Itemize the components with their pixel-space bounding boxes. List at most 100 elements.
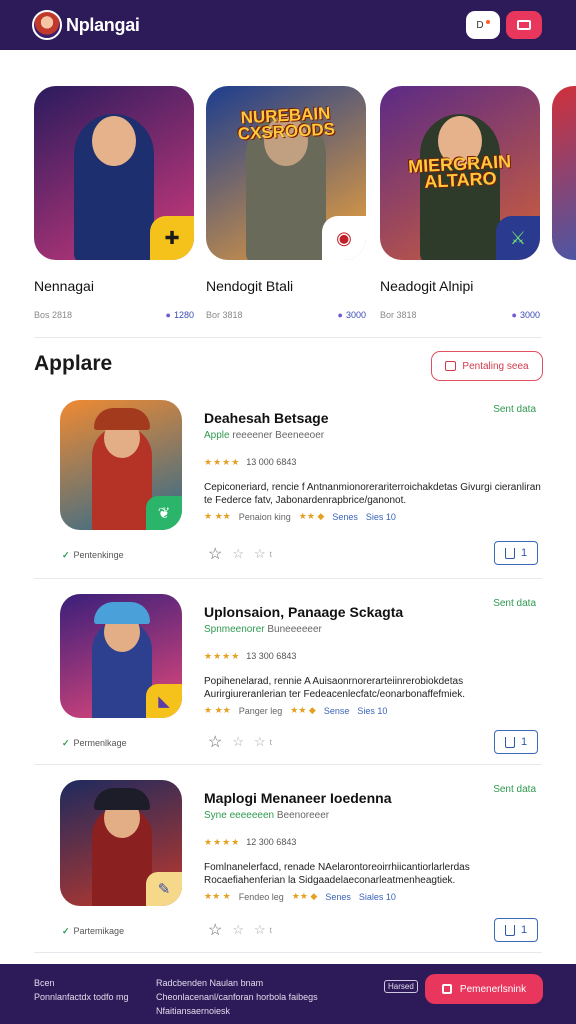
list-item-description: Cepiconeriard, rencie f Antnanmionorerar…: [204, 482, 541, 506]
avatar-logo-icon[interactable]: [32, 10, 62, 40]
divider: [34, 952, 542, 953]
stat-label: Panger leg: [238, 705, 283, 716]
list-item-stats: ★ ★★ Panger leg ★★ ◆ Sense Sies 10: [204, 705, 542, 716]
footer-link[interactable]: Nfaitiansaernoiesk: [156, 1004, 318, 1018]
stars-icon: ★★ ★: [204, 891, 231, 901]
app-title: Nplangai: [66, 14, 140, 35]
section-title: Applare: [34, 352, 113, 375]
hero-head: [92, 116, 136, 166]
tag-label[interactable]: Partemikage: [62, 926, 125, 937]
list-item-stats: ★★ ★ Fendeo leg ★★ ◆ Senes Siales 10: [204, 891, 542, 902]
notification-dot-icon: [485, 20, 490, 24]
developer-name: Beenoreeer: [276, 810, 330, 821]
share-button[interactable]: 1: [494, 541, 538, 565]
card-banner: NUREBAIN CXSROODS: [237, 103, 336, 144]
card-points: 3000: [338, 310, 366, 320]
puzzle-icon[interactable]: ✚: [150, 216, 194, 260]
target-icon[interactable]: ◉: [322, 216, 366, 260]
footer: Bcen Ponnlanfactdx todfo mg Radcbenden N…: [0, 964, 576, 1024]
card-meta-left: Bos 2818: [34, 310, 73, 320]
share-button[interactable]: 1: [494, 918, 538, 942]
favorite-star-icon[interactable]: ☆: [208, 544, 222, 564]
video-icon: [517, 20, 531, 30]
action-row: ☆ ☆ ☆ t: [208, 920, 272, 940]
featured-card[interactable]: ✚ Nennagai Bos 2818 1280: [34, 86, 194, 320]
favorite-star-icon[interactable]: ☆: [208, 732, 222, 752]
rating: ★★★★ 13 300 6843: [204, 651, 296, 662]
featured-card-peek[interactable]: [552, 86, 576, 260]
share-icon: [504, 736, 515, 748]
views-label: Senes: [325, 891, 351, 902]
footer-col-2: Radcbenden Naulan bnam Cheonlacenanl/can…: [156, 976, 318, 1018]
rate-star-icon[interactable]: ☆: [232, 734, 244, 750]
card-art[interactable]: ✚: [34, 86, 194, 260]
featured-card[interactable]: MIERGRAIN ALTARO ⚔ Neadogit Alnipi Bor 3…: [380, 86, 540, 320]
stat-label: Fendeo leg: [238, 891, 284, 902]
notification-button[interactable]: D: [466, 11, 500, 39]
views-label: Senes: [332, 511, 358, 522]
footer-cta-button[interactable]: Pemenerlsnink: [425, 974, 543, 1004]
developer-name: Buneeeeeer: [267, 624, 322, 635]
list-item[interactable]: ❦ Deahesah Betsage Sent data Apple reeee…: [34, 400, 542, 586]
list-item-art[interactable]: ✎: [60, 780, 182, 906]
list-item-title[interactable]: Uplonsaion, Panaage Sckagta: [204, 604, 403, 620]
tag-label[interactable]: Pentenkinge: [62, 550, 124, 561]
status-badge: Sent data: [493, 784, 536, 795]
video-button[interactable]: [506, 11, 542, 39]
card-meta-left: Bor 3818: [206, 310, 243, 320]
list-item-subtitle: Syne eeeeeeen Beenoreeer: [204, 810, 329, 821]
leaf-icon: ❦: [146, 496, 182, 530]
rate-star-icon[interactable]: ☆: [232, 546, 244, 562]
footer-link[interactable]: Cheonlacenanl/canforan horbola faibegs: [156, 990, 318, 1004]
featured-card[interactable]: NUREBAIN CXSROODS ◉ Nendogit Btali Bor 3…: [206, 86, 366, 320]
list-item[interactable]: ◣ Uplonsaion, Panaage Sckagta Sent data …: [34, 594, 542, 780]
favorite-star-icon[interactable]: ☆: [208, 920, 222, 940]
list-item-title[interactable]: Deahesah Betsage: [204, 410, 329, 426]
card-art[interactable]: NUREBAIN CXSROODS ◉: [206, 86, 366, 260]
developer-prefix: Syne eeeeeeen: [204, 810, 275, 821]
tag-label[interactable]: Permenlkage: [62, 738, 127, 749]
rating-suffix: t: [269, 549, 272, 559]
stars-icon: ★★ ◆: [291, 891, 318, 901]
action-row: ☆ ☆ ☆ t: [208, 732, 272, 752]
card-points: 1280: [166, 310, 194, 320]
footer-hint[interactable]: Harsed: [384, 980, 418, 993]
top-bar: Nplangai D: [0, 0, 576, 50]
share-icon: [504, 547, 515, 559]
card-meta-left: Bor 3818: [380, 310, 417, 320]
rate-star-icon[interactable]: ☆: [254, 734, 266, 750]
list-item-art[interactable]: ❦: [60, 400, 182, 530]
divider: [34, 337, 542, 338]
share-icon: [504, 924, 515, 936]
rate-star-icon[interactable]: ☆: [254, 922, 266, 938]
views-count: Sies 10: [357, 705, 388, 716]
rating-stars-icon: ★★★★: [204, 457, 241, 467]
rate-star-icon[interactable]: ☆: [232, 922, 244, 938]
section-button[interactable]: Pentaling seea: [431, 351, 543, 381]
rate-star-icon[interactable]: ☆: [254, 546, 266, 562]
list-item[interactable]: ✎ Maplogi Menaneer Ioedenna Sent data Sy…: [34, 780, 542, 966]
list-item-art[interactable]: ◣: [60, 594, 182, 718]
list-item-subtitle: Spnmeenorer Buneeeeeer: [204, 624, 322, 635]
footer-link[interactable]: Ponnlanfactdx todfo mg: [34, 990, 129, 1004]
rating: ★★★★ 13 000 6843: [204, 457, 296, 468]
card-art[interactable]: [552, 86, 576, 260]
stars-icon: ★ ★★: [204, 705, 231, 715]
action-row: ☆ ☆ ☆ t: [208, 544, 272, 564]
footer-link[interactable]: Bcen: [34, 976, 129, 990]
feather-icon: ✎: [146, 872, 182, 906]
rating-suffix: t: [269, 737, 272, 747]
card-art[interactable]: MIERGRAIN ALTARO ⚔: [380, 86, 540, 260]
list-item-stats: ★ ★★ Penaion king ★★ ◆ Senes Sies 10: [204, 511, 542, 522]
stat-label: Penaion king: [238, 511, 291, 522]
featured-carousel[interactable]: ✚ Nennagai Bos 2818 1280 NUREBAIN CXSROO…: [34, 86, 576, 326]
developer-prefix: Apple: [204, 430, 230, 441]
rating: ★★★★ 12 300 6843: [204, 837, 296, 848]
share-count: 1: [520, 547, 528, 559]
divider: [34, 764, 542, 765]
sword-icon[interactable]: ⚔: [496, 216, 540, 260]
list-item-title[interactable]: Maplogi Menaneer Ioedenna: [204, 790, 391, 806]
footer-link[interactable]: Radcbenden Naulan bnam: [156, 976, 318, 990]
share-count: 1: [520, 736, 528, 748]
share-button[interactable]: 1: [494, 730, 538, 754]
